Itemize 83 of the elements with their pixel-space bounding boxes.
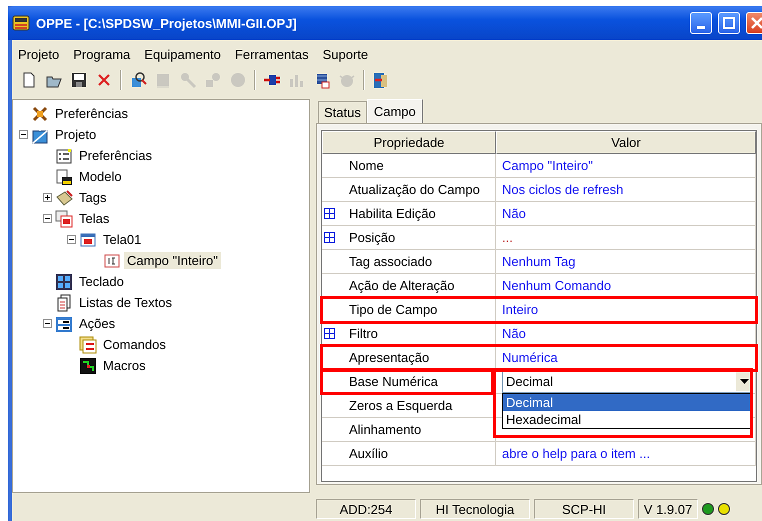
- property-name: Posição: [348, 230, 396, 245]
- property-name: Tipo de Campo: [348, 302, 438, 317]
- tree-item[interactable]: Tags: [76, 189, 110, 206]
- tree-item[interactable]: Comandos: [100, 336, 169, 353]
- dropdown[interactable]: Decimal: [502, 370, 753, 393]
- property-name: Zeros a Esquerda: [348, 398, 452, 413]
- search-icon[interactable]: [129, 71, 147, 89]
- property-value: Campo "Inteiro": [501, 158, 593, 173]
- property-value: Inteiro: [501, 302, 538, 317]
- status-panel: V 1.9.07: [638, 499, 698, 519]
- status-panel: HI Tecnologia: [420, 499, 530, 519]
- commands-icon: [79, 336, 97, 354]
- close-button[interactable]: [746, 12, 762, 34]
- property-name: Atualização do Campo: [348, 182, 480, 197]
- property-value: ...: [501, 230, 513, 245]
- tools-icon: [31, 104, 49, 122]
- property-name: Nome: [348, 158, 384, 173]
- expand-icon[interactable]: [324, 232, 335, 243]
- tree-item[interactable]: Projeto: [52, 126, 100, 143]
- column-header: Valor: [496, 131, 756, 154]
- property-name: Habilita Edição: [348, 206, 436, 221]
- exit-door-icon[interactable]: [372, 71, 390, 89]
- calculator-icon: [12, 15, 30, 31]
- close-icon: [751, 17, 762, 29]
- menu-item[interactable]: Programa: [73, 46, 130, 62]
- dropdown-option[interactable]: Decimal: [503, 394, 752, 411]
- maximize-button[interactable]: [718, 12, 740, 34]
- property-name: Ação de Alteração: [348, 278, 455, 293]
- screens-icon: [55, 210, 73, 228]
- property-value: Numérica: [501, 350, 558, 365]
- tree-item[interactable]: Telas: [76, 210, 112, 227]
- property-value: Nenhum Tag: [501, 254, 576, 269]
- tree-item[interactable]: Preferências: [52, 105, 131, 122]
- maximize-icon: [723, 17, 735, 29]
- collapse-toggle[interactable]: [43, 319, 52, 328]
- tab[interactable]: Campo: [366, 99, 423, 124]
- tags-icon: [55, 188, 73, 206]
- menu-item[interactable]: Suporte: [322, 46, 368, 62]
- column-header: Propriedade: [322, 131, 496, 154]
- minimize-button[interactable]: [690, 12, 712, 34]
- property-value: Nenhum Comando: [501, 278, 612, 293]
- property-value: Não: [501, 206, 526, 221]
- status-panel: SCP-HI: [534, 499, 634, 519]
- tree-item[interactable]: Ações: [76, 315, 118, 332]
- tree-item[interactable]: Listas de Textos: [76, 294, 175, 311]
- tree-item[interactable]: Macros: [100, 357, 149, 374]
- tree-item[interactable]: Modelo: [76, 168, 125, 185]
- tree-item[interactable]: Campo "Inteiro": [124, 252, 221, 269]
- dropdown-option[interactable]: Hexadecimal: [503, 411, 752, 428]
- property-name: Tag associado: [348, 254, 432, 269]
- document-icon: [55, 168, 73, 186]
- property-name: Alinhamento: [348, 422, 422, 437]
- window-title: OPPE - [C:\SPDSW_Projetos\MMI-GII.OPJ]: [36, 16, 298, 30]
- property-value: Não: [501, 326, 526, 341]
- collapse-toggle[interactable]: [67, 235, 76, 244]
- keypad-icon: [55, 272, 73, 290]
- checklist-icon: [55, 146, 73, 164]
- property-name: Apresentação: [348, 350, 430, 365]
- screen-icon: [79, 230, 97, 248]
- collapse-toggle[interactable]: [19, 130, 28, 139]
- actions-icon: [55, 314, 73, 332]
- macros-icon: [79, 356, 97, 374]
- tree-item[interactable]: Tela01: [100, 231, 144, 248]
- property-value: abre o help para o item ...: [501, 446, 650, 461]
- menu-item[interactable]: Projeto: [18, 46, 60, 62]
- field-icon: [103, 252, 121, 270]
- minimize-icon: [697, 26, 705, 28]
- menu-item[interactable]: Equipamento: [144, 46, 221, 62]
- tree-item[interactable]: Preferências: [76, 147, 155, 164]
- expand-icon[interactable]: [324, 208, 335, 219]
- collapse-toggle[interactable]: [43, 214, 52, 223]
- property-value: Nos ciclos de refresh: [501, 182, 624, 197]
- lists-icon: [55, 294, 73, 312]
- property-name: Filtro: [348, 326, 378, 341]
- expand-icon[interactable]: [324, 328, 335, 339]
- status-panel: ADD:254: [316, 499, 416, 519]
- save-icon[interactable]: [70, 71, 88, 89]
- tab[interactable]: Status: [318, 101, 367, 123]
- menu-item[interactable]: Ferramentas: [234, 46, 309, 62]
- expand-toggle[interactable]: [43, 193, 52, 202]
- property-name: Base Numérica: [348, 374, 438, 389]
- tree-item[interactable]: Teclado: [76, 273, 127, 290]
- property-name: Auxílio: [348, 446, 388, 461]
